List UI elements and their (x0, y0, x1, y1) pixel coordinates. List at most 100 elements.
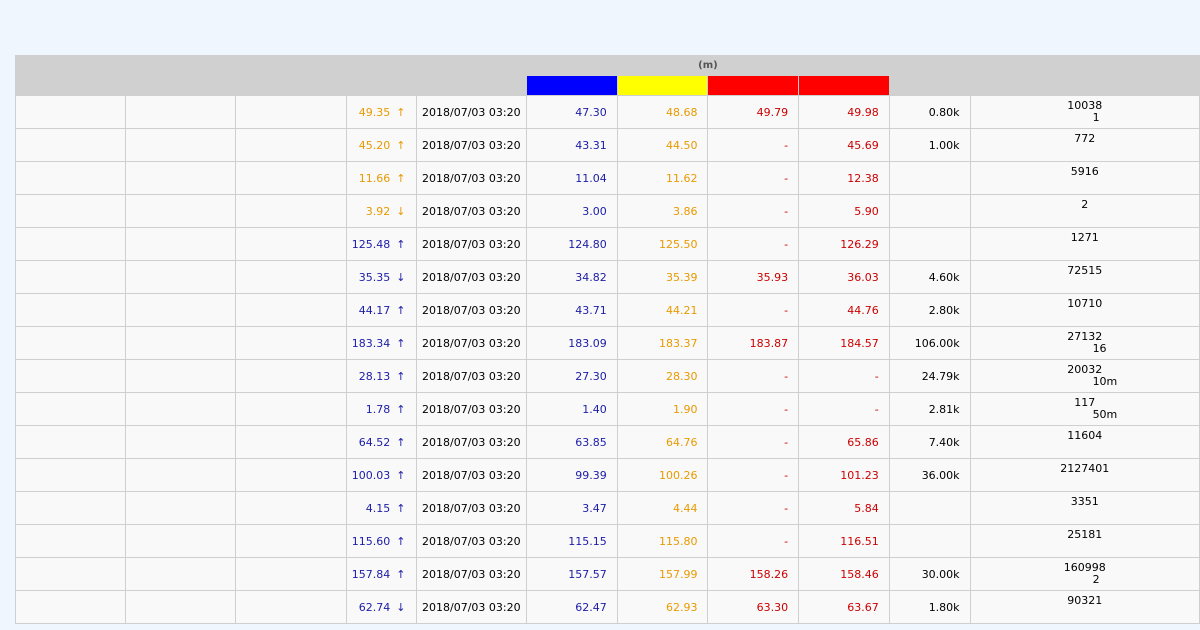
table-row[interactable]: 183.34 ↑ 2018/07/03 03:20 183.09 183.37 183.8… (14, 326, 1200, 360)
arrow-up-icon: ↑ (396, 105, 406, 119)
price-cell: 125.48 ↑ (345, 227, 417, 261)
time-cell: 2018/07/03 03:20 (415, 359, 528, 393)
table-row[interactable]: 115.60 ↑ 2018/07/03 03:20 115.15 115.80-116.… (14, 524, 1200, 558)
cell-col-2 (125, 557, 237, 591)
swatch-red-2[interactable] (798, 75, 890, 96)
cell-col-1 (14, 425, 127, 459)
level-blue-cell: 124.80 (526, 227, 618, 261)
cell-col-2 (125, 491, 237, 525)
table-row[interactable]: 62.74 ↓ 2018/07/03 03:20 62.47 62.93 63.30 63.… (14, 590, 1200, 624)
level-blue-cell: 1.40 (526, 392, 618, 426)
volume-cell: 2.81k (888, 392, 971, 426)
level-yellow-cell: 44.50 (616, 128, 709, 162)
arrow-up-icon: ↑ (396, 138, 406, 152)
volume-cell (888, 194, 971, 228)
header-col-3[interactable] (235, 55, 347, 96)
price-value: 45.20 (358, 138, 391, 152)
arrow-up-icon: ↑ (396, 237, 406, 251)
level-red-2-cell: - (798, 359, 890, 393)
level-red-2-cell: 5.90 (798, 194, 890, 228)
volume-cell (888, 491, 971, 525)
price-value: 4.15 (365, 501, 391, 515)
count-cell: 772 (969, 128, 1200, 162)
table-row[interactable]: 35.35 ↓ 2018/07/03 03:20 34.82 35.39 35.93 36.… (14, 260, 1200, 294)
count-value: 160998 (1063, 561, 1106, 574)
cell-col-2 (125, 227, 237, 261)
level-red-2-cell: 12.38 (798, 161, 890, 195)
price-value: 28.13 (358, 369, 391, 383)
volume-cell: 1.80k (888, 590, 971, 624)
level-red-2-cell: 63.67 (798, 590, 890, 624)
swatch-red[interactable] (707, 75, 800, 96)
cell-col-1 (14, 128, 127, 162)
level-red-cell: - (707, 491, 800, 525)
count-value: 11604 (1067, 429, 1103, 442)
price-cell: 11.66 ↑ (345, 161, 417, 195)
cell-col-2 (125, 95, 237, 129)
time-cell: 2018/07/03 03:20 (415, 260, 528, 294)
volume-cell: 106.00k (888, 326, 971, 360)
time-cell: 2018/07/03 03:20 (415, 557, 528, 591)
header-count[interactable] (969, 55, 1200, 96)
price-value: 115.60 (351, 534, 391, 548)
count-value: 2127401 (1060, 462, 1110, 475)
header-time[interactable] (415, 55, 528, 96)
count-value: 10710 (1067, 297, 1103, 310)
table-row[interactable]: 100.03 ↑ 2018/07/03 03:20 99.39 100.26-101.2… (14, 458, 1200, 492)
volume-cell: 2.80k (888, 293, 971, 327)
level-red-cell: 35.93 (707, 260, 800, 294)
cell-col-2 (125, 260, 237, 294)
table-row[interactable]: 157.84 ↑ 2018/07/03 03:20 157.57 157.99 158.2… (14, 557, 1200, 591)
arrow-up-icon: ↑ (396, 303, 406, 317)
level-yellow-cell: 183.37 (616, 326, 709, 360)
cell-col-1 (14, 491, 127, 525)
swatch-yellow[interactable] (616, 75, 709, 96)
cell-col-1 (14, 458, 127, 492)
level-red-cell: - (707, 524, 800, 558)
arrow-up-icon: ↑ (396, 336, 406, 350)
header-col-2[interactable] (125, 55, 237, 96)
price-cell: 100.03 ↑ (345, 458, 417, 492)
volume-cell: 0.80k (888, 95, 971, 129)
header-volume[interactable] (888, 55, 971, 96)
level-blue-cell: 183.09 (526, 326, 618, 360)
table-row[interactable]: 44.17 ↑ 2018/07/03 03:20 43.71 44.21-44.76 2.… (14, 293, 1200, 327)
arrow-up-icon: ↑ (396, 534, 406, 548)
count-value: 2 (1081, 198, 1089, 211)
volume-cell: 7.40k (888, 425, 971, 459)
table-row[interactable]: 11.66 ↑ 2018/07/03 03:20 11.04 11.62-12.38 59… (14, 161, 1200, 195)
cell-col-3 (235, 425, 347, 459)
count-value: 772 (1074, 132, 1096, 145)
level-blue-cell: 62.47 (526, 590, 618, 624)
time-cell: 2018/07/03 03:20 (415, 293, 528, 327)
count-value: 27132 (1067, 330, 1103, 343)
table-row[interactable]: 64.52 ↑ 2018/07/03 03:20 63.85 64.76-65.86 7.… (14, 425, 1200, 459)
count-value: 90321 (1067, 594, 1103, 607)
level-yellow-cell: 3.86 (616, 194, 709, 228)
price-value: 183.34 (351, 336, 391, 350)
table-row[interactable]: 45.20 ↑ 2018/07/03 03:20 43.31 44.50-45.69 1.… (14, 128, 1200, 162)
level-red-cell: 183.87 (707, 326, 800, 360)
level-blue-cell: 27.30 (526, 359, 618, 393)
table-row[interactable]: 49.35 ↑ 2018/07/03 03:20 47.30 48.68 49.79 49.… (14, 95, 1200, 129)
header-col-1[interactable] (14, 55, 127, 96)
count-value: 25181 (1067, 528, 1103, 541)
table-row[interactable]: 28.13 ↑ 2018/07/03 03:20 27.30 28.30- -24.79k… (14, 359, 1200, 393)
cell-col-1 (14, 293, 127, 327)
table-row[interactable]: 4.15 ↑ 2018/07/03 03:20 3.47 4.44-5.84 3351 (14, 491, 1200, 525)
count-subvalue: 50m (1092, 408, 1118, 421)
header-price[interactable] (345, 55, 417, 96)
time-cell: 2018/07/03 03:20 (415, 590, 528, 624)
cell-col-1 (14, 194, 127, 228)
swatch-blue[interactable] (526, 75, 618, 96)
level-red-cell: - (707, 359, 800, 393)
price-cell: 3.92 ↓ (345, 194, 417, 228)
cell-col-3 (235, 161, 347, 195)
arrow-up-icon: ↑ (396, 369, 406, 383)
table-row[interactable]: 125.48 ↑ 2018/07/03 03:20 124.80 125.50-126.… (14, 227, 1200, 261)
table-row[interactable]: 3.92 ↓ 2018/07/03 03:20 3.00 3.86-5.90 2 (14, 194, 1200, 228)
table-row[interactable]: 1.78 ↑ 2018/07/03 03:20 1.40 1.90- -2.81k 117 5… (14, 392, 1200, 426)
level-yellow-cell: 44.21 (616, 293, 709, 327)
count-value: 5916 (1070, 165, 1099, 178)
price-cell: 157.84 ↑ (345, 557, 417, 591)
